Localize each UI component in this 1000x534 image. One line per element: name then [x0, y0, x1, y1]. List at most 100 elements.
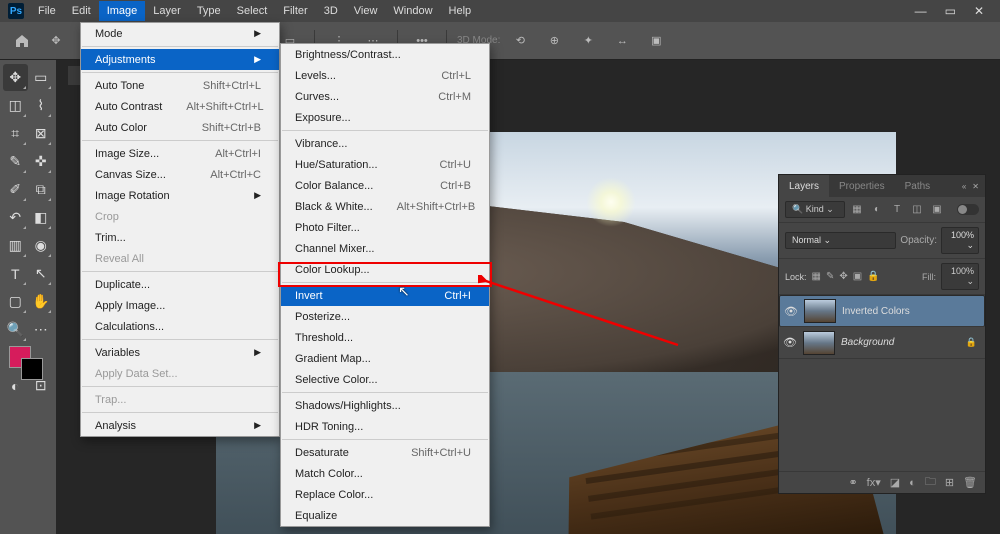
layer-name[interactable]: Background: [841, 337, 894, 348]
gradient-tool[interactable]: ▥: [3, 232, 28, 259]
lock-all-icon[interactable]: 🔒: [867, 271, 879, 282]
home-button[interactable]: [8, 27, 36, 55]
menu-analysis[interactable]: Analysis▶: [81, 415, 279, 436]
menu-adjustments[interactable]: Adjustments▶: [81, 49, 279, 70]
orbit-3d-icon[interactable]: ⟲: [506, 27, 534, 55]
tab-properties[interactable]: Properties: [829, 175, 895, 197]
move-tool[interactable]: ✥: [3, 64, 28, 91]
maximize-button[interactable]: ▭: [945, 4, 956, 18]
filter-toggle[interactable]: [957, 204, 979, 215]
visibility-toggle-icon[interactable]: 👁: [783, 336, 797, 349]
minimize-button[interactable]: —: [915, 4, 927, 18]
crop-tool[interactable]: ⌗: [3, 120, 28, 147]
menu-type[interactable]: Type: [189, 1, 229, 21]
menu-layer[interactable]: Layer: [145, 1, 189, 21]
layer-name[interactable]: Inverted Colors: [842, 306, 910, 317]
marquee-tool[interactable]: ◫: [3, 92, 28, 119]
layer-row[interactable]: 👁 Inverted Colors: [779, 295, 985, 327]
lock-transparency-icon[interactable]: ▦: [812, 271, 821, 282]
tab-paths[interactable]: Paths: [895, 175, 941, 197]
filter-pixel-icon[interactable]: ▦: [849, 203, 865, 217]
lock-paint-icon[interactable]: ✎: [826, 271, 834, 282]
filter-smart-icon[interactable]: ▣: [929, 203, 945, 217]
lasso-tool[interactable]: ⌇: [29, 92, 54, 119]
adj-color-lookup[interactable]: Color Lookup...: [281, 259, 489, 280]
filter-type-icon[interactable]: T: [889, 203, 905, 217]
adj-black-white[interactable]: Black & White...Alt+Shift+Ctrl+B: [281, 196, 489, 217]
shape-tool[interactable]: ▢: [3, 288, 28, 315]
layer-thumbnail[interactable]: [804, 299, 836, 323]
lock-artboard-icon[interactable]: ▣: [853, 271, 862, 282]
filter-kind-dropdown[interactable]: 🔍 Kind ⌄: [785, 201, 845, 218]
path-tool[interactable]: ↖: [29, 260, 54, 287]
link-layers-icon[interactable]: ⚭: [848, 476, 857, 489]
adj-replace-color[interactable]: Replace Color...: [281, 484, 489, 505]
adj-hdr-toning[interactable]: HDR Toning...: [281, 416, 489, 437]
adj-desaturate[interactable]: DesaturateShift+Ctrl+U: [281, 442, 489, 463]
menu-trim[interactable]: Trim...: [81, 227, 279, 248]
history-brush-tool[interactable]: ↶: [3, 204, 28, 231]
adj-threshold[interactable]: Threshold...: [281, 327, 489, 348]
adj-photo-filter[interactable]: Photo Filter...: [281, 217, 489, 238]
menu-file[interactable]: File: [30, 1, 64, 21]
fill-input[interactable]: 100% ⌄: [941, 263, 979, 290]
camera-3d-icon[interactable]: ▣: [642, 27, 670, 55]
menu-image-size[interactable]: Image Size...Alt+Ctrl+I: [81, 143, 279, 164]
adjustment-layer-icon[interactable]: ◐: [909, 477, 916, 489]
screen-mode-tool[interactable]: ⊡: [29, 372, 54, 399]
menu-apply-data-set[interactable]: Apply Data Set...: [81, 363, 279, 384]
adj-selective-color[interactable]: Selective Color...: [281, 369, 489, 390]
close-panel-icon[interactable]: ✕: [972, 182, 979, 191]
menu-apply-image[interactable]: Apply Image...: [81, 295, 279, 316]
menu-auto-contrast[interactable]: Auto ContrastAlt+Shift+Ctrl+L: [81, 96, 279, 117]
adj-vibrance[interactable]: Vibrance...: [281, 133, 489, 154]
new-layer-icon[interactable]: ⊞: [945, 476, 954, 489]
adj-exposure[interactable]: Exposure...: [281, 107, 489, 128]
adj-gradient-map[interactable]: Gradient Map...: [281, 348, 489, 369]
layer-mask-icon[interactable]: ◪: [890, 476, 900, 489]
menu-help[interactable]: Help: [441, 1, 480, 21]
menu-auto-color[interactable]: Auto ColorShift+Ctrl+B: [81, 117, 279, 138]
eyedropper-tool[interactable]: ✎: [3, 148, 28, 175]
healing-tool[interactable]: ✜: [29, 148, 54, 175]
quick-mask-tool[interactable]: ◐: [3, 372, 28, 399]
menu-variables[interactable]: Variables▶: [81, 342, 279, 363]
adj-posterize[interactable]: Posterize...: [281, 306, 489, 327]
adj-brightness-contrast[interactable]: Brightness/Contrast...: [281, 44, 489, 65]
move-tool-icon[interactable]: ✥: [42, 27, 70, 55]
adj-channel-mixer[interactable]: Channel Mixer...: [281, 238, 489, 259]
delete-layer-icon[interactable]: 🗑: [963, 476, 977, 489]
hand-tool[interactable]: ✋: [29, 288, 54, 315]
menu-calculations[interactable]: Calculations...: [81, 316, 279, 337]
menu-view[interactable]: View: [346, 1, 386, 21]
collapse-panel-icon[interactable]: «: [962, 182, 966, 191]
frame-tool[interactable]: ⊠: [29, 120, 54, 147]
menu-image-rotation[interactable]: Image Rotation▶: [81, 185, 279, 206]
blur-tool[interactable]: ◉: [29, 232, 54, 259]
menu-select[interactable]: Select: [229, 1, 276, 21]
visibility-toggle-icon[interactable]: 👁: [784, 305, 798, 318]
artboard-tool[interactable]: ▭: [29, 64, 54, 91]
menu-3d[interactable]: 3D: [316, 1, 346, 21]
menu-filter[interactable]: Filter: [275, 1, 315, 21]
adj-levels[interactable]: Levels...Ctrl+L: [281, 65, 489, 86]
roll-3d-icon[interactable]: ⊕: [540, 27, 568, 55]
lock-position-icon[interactable]: ✥: [839, 271, 847, 282]
menu-crop[interactable]: Crop: [81, 206, 279, 227]
adj-hue-saturation[interactable]: Hue/Saturation...Ctrl+U: [281, 154, 489, 175]
filter-shape-icon[interactable]: ◫: [909, 203, 925, 217]
blend-mode-dropdown[interactable]: Normal ⌄: [785, 232, 896, 249]
edit-toolbar[interactable]: ⋯: [29, 316, 54, 343]
eraser-tool[interactable]: ◧: [29, 204, 54, 231]
adj-color-balance[interactable]: Color Balance...Ctrl+B: [281, 175, 489, 196]
menu-image[interactable]: Image: [99, 1, 146, 21]
layer-row[interactable]: 👁 Background 🔒: [779, 327, 985, 359]
brush-tool[interactable]: ✐: [3, 176, 28, 203]
adj-invert[interactable]: InvertCtrl+I: [281, 285, 489, 306]
layer-thumbnail[interactable]: [803, 331, 835, 355]
filter-adjustment-icon[interactable]: ◐: [869, 203, 885, 217]
menu-trap[interactable]: Trap...: [81, 389, 279, 410]
zoom-tool[interactable]: 🔍: [3, 316, 28, 343]
adj-shadows-highlights[interactable]: Shadows/Highlights...: [281, 395, 489, 416]
slide-3d-icon[interactable]: ↔: [608, 27, 636, 55]
